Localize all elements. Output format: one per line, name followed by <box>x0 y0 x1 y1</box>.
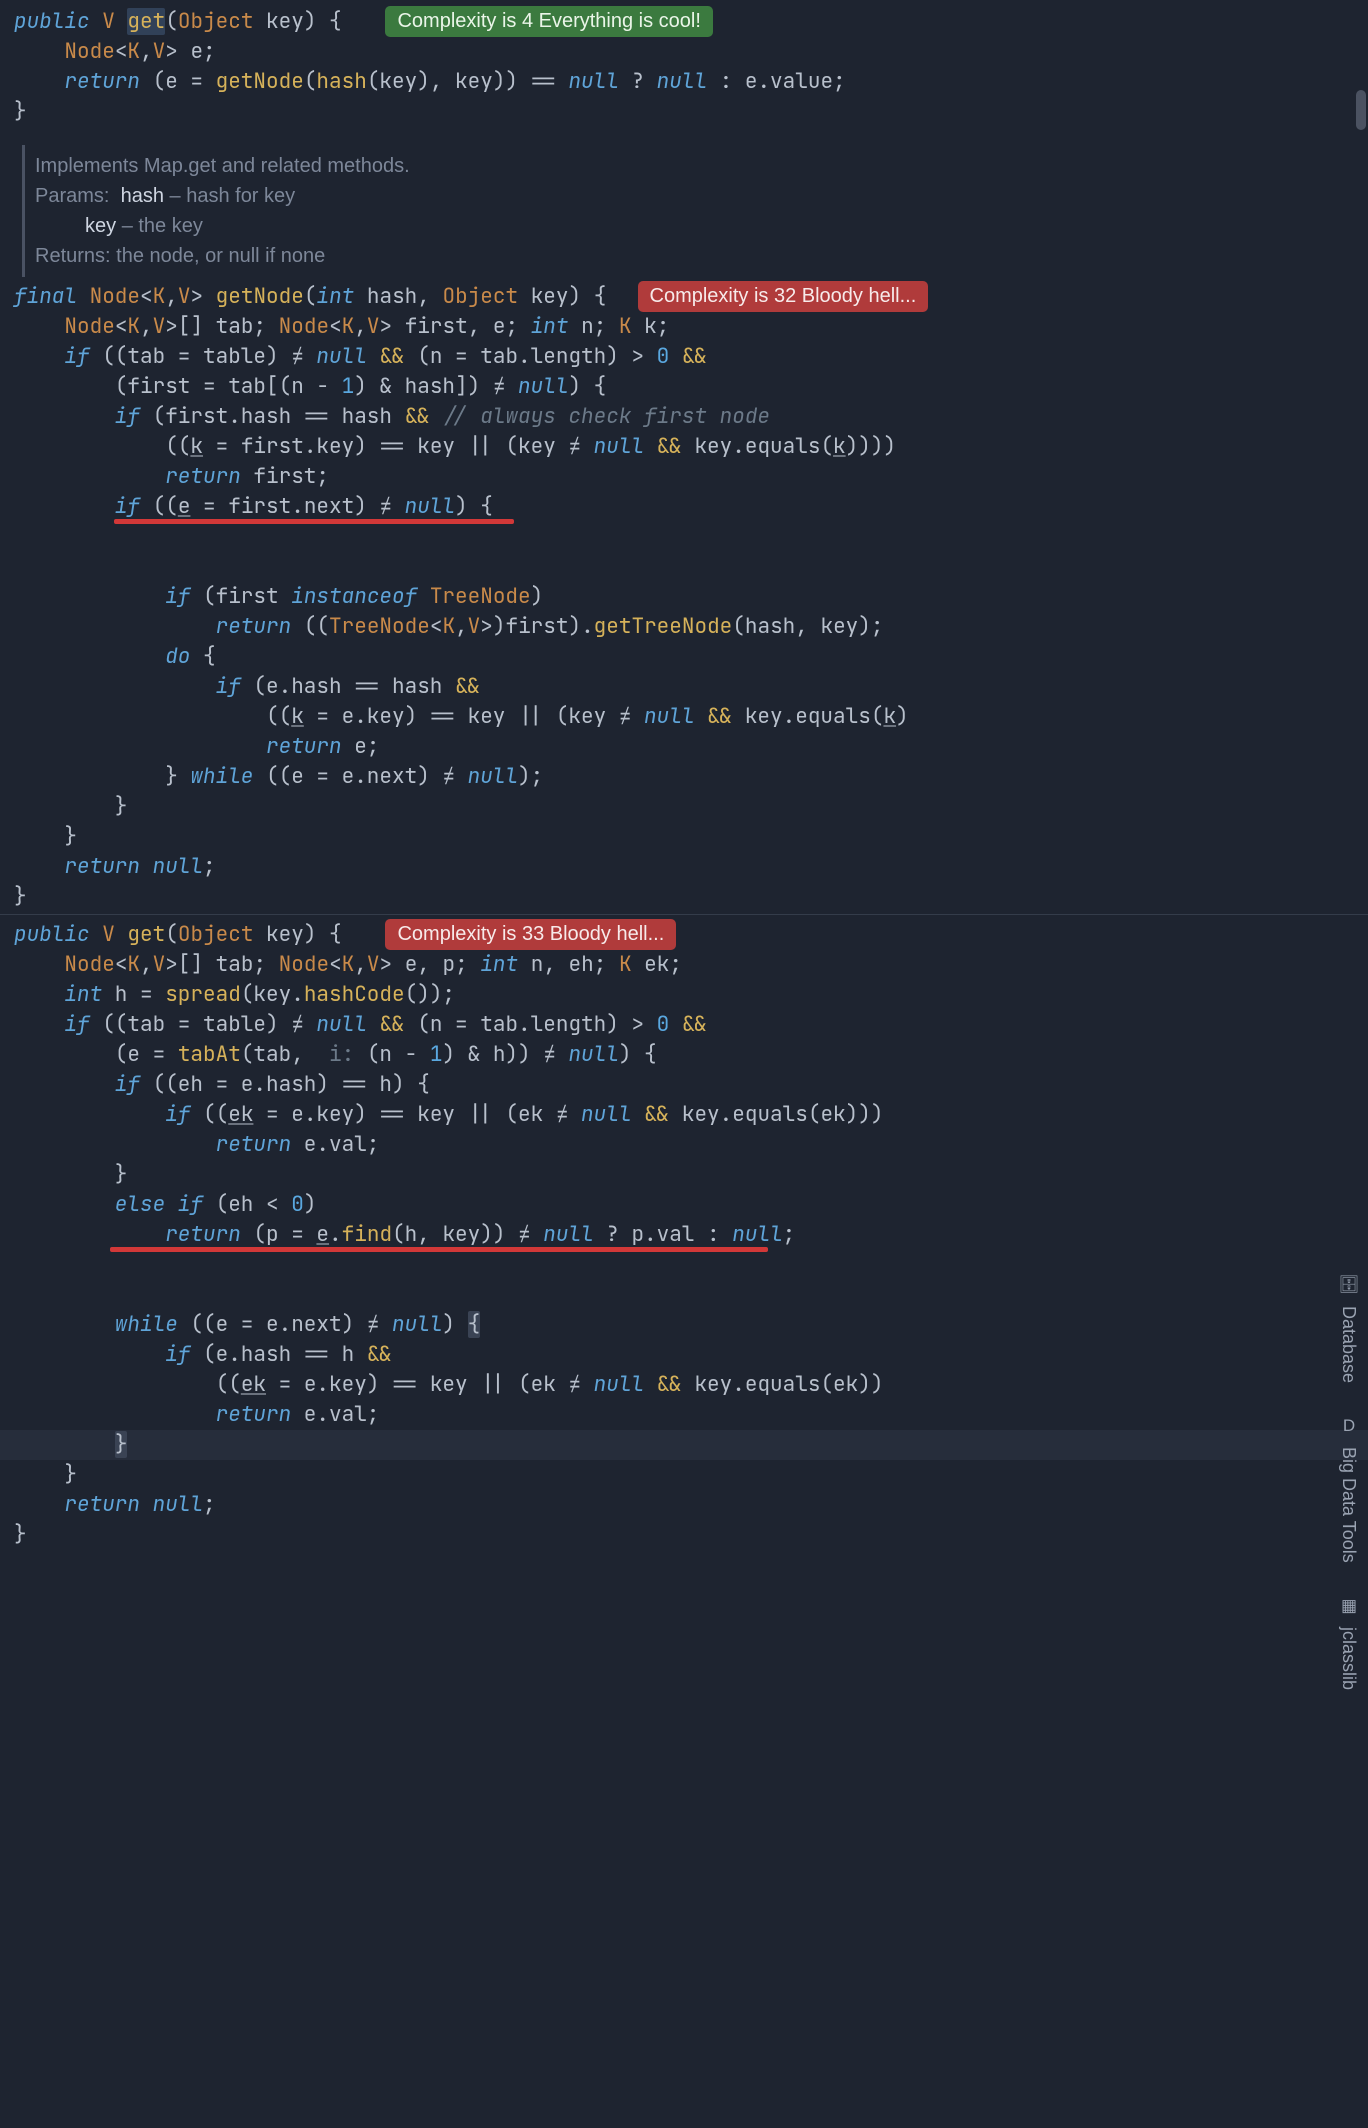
code-line[interactable]: if ((eh = e.hash) == h) { <box>0 1070 1368 1100</box>
code-line[interactable]: (first = tab[(n - 1) & hash]) ≠ null) { <box>0 372 1368 402</box>
code-line[interactable]: Node<K,V>[] tab; Node<K,V> e, p; int n, … <box>0 950 1368 980</box>
code-line[interactable]: int h = spread(key.hashCode()); <box>0 980 1368 1010</box>
code-line[interactable]: } <box>0 792 1368 822</box>
code-line[interactable]: } while ((e = e.next) ≠ null); <box>0 762 1368 792</box>
tool-tab-database[interactable]: 🗄Database <box>1334 1270 1364 1383</box>
red-underline <box>114 519 514 524</box>
code-line[interactable]: if (first.hash == hash && // always chec… <box>0 402 1368 432</box>
code-line[interactable]: if ((tab = table) ≠ null && (n = tab.len… <box>0 342 1368 372</box>
tool-tab-jclasslib[interactable]: ▦jclasslib <box>1334 1591 1364 1690</box>
comment: // always check first node <box>442 403 770 430</box>
code-line[interactable]: } <box>0 1520 1368 1550</box>
code-editor[interactable]: public V get(Object key) { Complexity is… <box>0 0 1368 1560</box>
code-line[interactable]: } <box>0 822 1368 852</box>
code-line[interactable]: return e.val; <box>0 1400 1368 1430</box>
complexity-badge-good: Complexity is 4 Everything is cool! <box>385 6 712 37</box>
code-line[interactable]: } <box>0 1460 1368 1490</box>
code-line[interactable]: return (e = getNode(hash(key), key)) == … <box>0 67 1368 97</box>
code-line[interactable]: if ((e = first.next) ≠ null) { <box>0 492 1368 582</box>
code-line[interactable]: if ((ek = e.key) == key || (ek ≠ null &&… <box>0 1100 1368 1130</box>
code-line[interactable]: while ((e = e.next) ≠ null) { <box>0 1310 1368 1340</box>
doc-summary: Implements Map.get and related methods. <box>35 151 1368 181</box>
method-get-2: get <box>127 921 165 948</box>
complexity-badge-bad: Complexity is 33 Bloody hell... <box>385 919 676 950</box>
code-line[interactable]: do { <box>0 642 1368 672</box>
code-line[interactable]: return ((TreeNode<K,V>)first).getTreeNod… <box>0 612 1368 642</box>
bigdata-icon: D <box>1343 1411 1355 1441</box>
code-line[interactable]: ((k = e.key) == key || (key ≠ null && ke… <box>0 702 1368 732</box>
code-line[interactable]: return (p = e.find(h, key)) ≠ null ? p.v… <box>0 1220 1368 1310</box>
tool-tab-bigdata[interactable]: DBig Data Tools <box>1334 1411 1364 1563</box>
code-line[interactable]: } <box>0 1160 1368 1190</box>
code-line[interactable]: return e; <box>0 732 1368 762</box>
code-line[interactable]: final Node<K,V> getNode(int hash, Object… <box>0 281 1368 312</box>
code-line[interactable]: Node<K,V> e; <box>0 37 1368 67</box>
code-line[interactable]: if (e.hash == h && <box>0 1340 1368 1370</box>
red-underline <box>110 1247 768 1252</box>
code-line[interactable]: } <box>0 882 1368 912</box>
code-line[interactable]: ((k = first.key) == key || (key ≠ null &… <box>0 432 1368 462</box>
complexity-badge-bad: Complexity is 32 Bloody hell... <box>638 281 929 312</box>
code-line[interactable]: public V get(Object key) { Complexity is… <box>0 6 1368 37</box>
code-line[interactable]: ((ek = e.key) == key || (ek ≠ null && ke… <box>0 1370 1368 1400</box>
code-line[interactable]: return null; <box>0 852 1368 882</box>
jclasslib-icon: ▦ <box>1341 1591 1357 1621</box>
javadoc-popup: Implements Map.get and related methods. … <box>22 145 1368 277</box>
doc-returns-label: Returns: <box>35 245 111 267</box>
code-line[interactable]: else if (eh < 0) <box>0 1190 1368 1220</box>
code-line[interactable]: if (first instanceof TreeNode) <box>0 582 1368 612</box>
code-line[interactable]: return first; <box>0 462 1368 492</box>
editor-divider <box>0 914 1368 915</box>
method-getnode: getNode <box>216 283 304 310</box>
code-line[interactable]: (e = tabAt(tab, i: (n - 1) & h)) ≠ null)… <box>0 1040 1368 1070</box>
code-line[interactable]: public V get(Object key) { Complexity is… <box>0 919 1368 950</box>
code-line[interactable]: Node<K,V>[] tab; Node<K,V> first, e; int… <box>0 312 1368 342</box>
database-icon: 🗄 <box>1338 1270 1360 1300</box>
keyword-public: public <box>14 8 90 35</box>
method-get: get <box>127 8 165 35</box>
code-line[interactable]: return e.val; <box>0 1130 1368 1160</box>
code-line[interactable]: return null; <box>0 1490 1368 1520</box>
code-line-current[interactable]: } <box>0 1430 1368 1460</box>
right-tool-tabs: 🗄Database DBig Data Tools ▦jclasslib <box>1334 1270 1364 1690</box>
code-line[interactable]: if (e.hash == hash && <box>0 672 1368 702</box>
code-line[interactable]: } <box>0 97 1368 127</box>
code-line[interactable]: if ((tab = table) ≠ null && (n = tab.len… <box>0 1010 1368 1040</box>
doc-params-label: Params: <box>35 185 109 207</box>
